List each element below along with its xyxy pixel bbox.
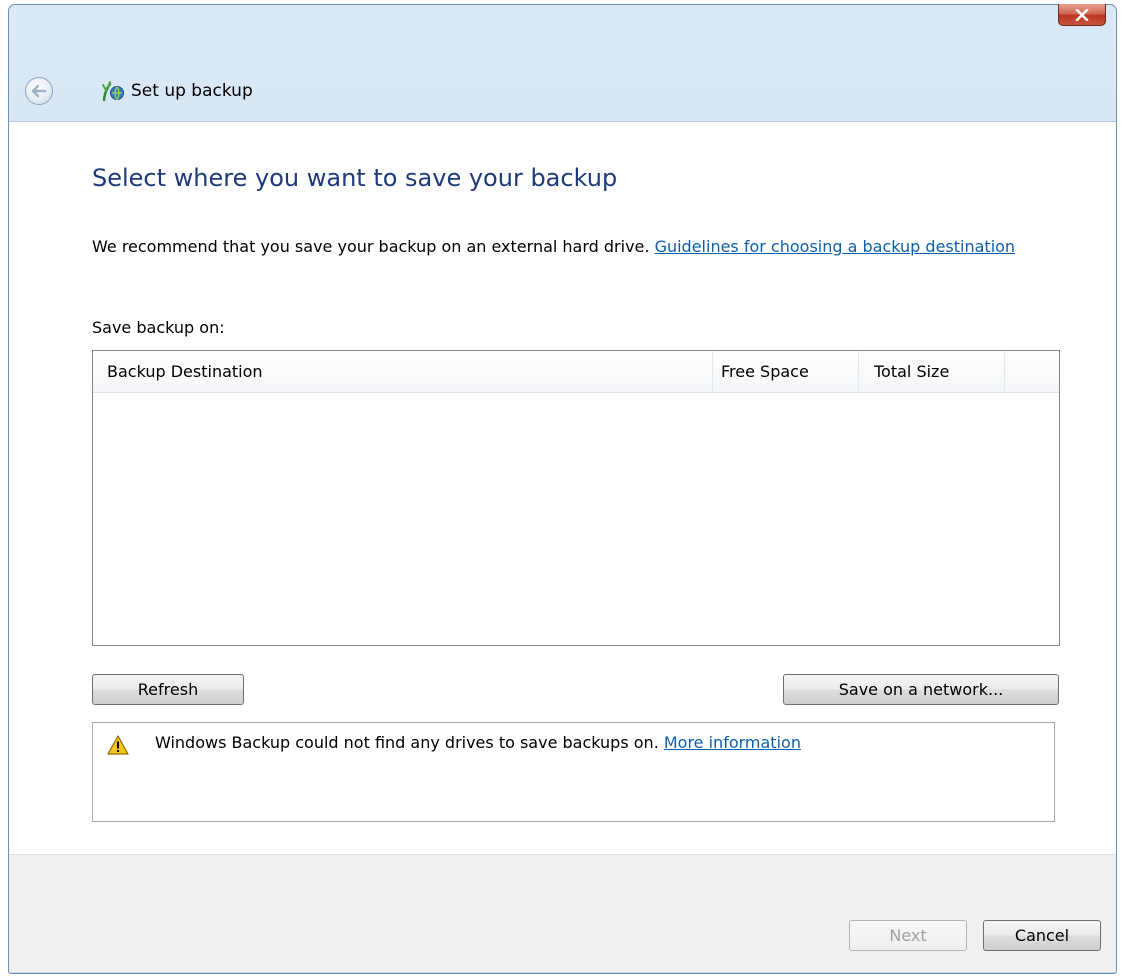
- window-title: Set up backup: [131, 81, 253, 101]
- back-button[interactable]: [25, 77, 53, 105]
- close-button[interactable]: [1058, 4, 1106, 26]
- wizard-content: Select where you want to save your backu…: [9, 121, 1116, 854]
- refresh-button[interactable]: Refresh: [92, 674, 244, 705]
- backup-wizard-window: Set up backup Select where you want to s…: [8, 4, 1117, 974]
- intro-text: We recommend that you save your backup o…: [92, 234, 1072, 259]
- warning-message-box: Windows Backup could not find any drives…: [92, 722, 1055, 822]
- next-button[interactable]: Next: [849, 920, 967, 951]
- wizard-footer: Next Cancel: [9, 854, 1116, 972]
- cancel-button[interactable]: Cancel: [983, 920, 1101, 951]
- backup-destination-list[interactable]: Backup Destination Free Space Total Size: [92, 350, 1060, 646]
- column-header-free-space[interactable]: Free Space: [713, 351, 859, 392]
- warning-message: Windows Backup could not find any drives…: [155, 733, 664, 752]
- save-on-network-button[interactable]: Save on a network...: [783, 674, 1059, 705]
- warning-icon: [107, 735, 129, 755]
- column-header-backup-destination[interactable]: Backup Destination: [93, 351, 713, 392]
- column-header-total-size[interactable]: Total Size: [859, 351, 1005, 392]
- page-heading: Select where you want to save your backu…: [92, 164, 618, 192]
- intro-sentence: We recommend that you save your backup o…: [92, 237, 655, 256]
- backup-app-icon: [102, 81, 124, 102]
- wizard-header: Set up backup: [9, 65, 1116, 121]
- back-arrow-icon: [31, 84, 47, 98]
- list-header: Backup Destination Free Space Total Size: [93, 351, 1059, 393]
- warning-text: Windows Backup could not find any drives…: [155, 733, 801, 752]
- guidelines-link[interactable]: Guidelines for choosing a backup destina…: [655, 237, 1016, 256]
- close-icon: [1075, 8, 1089, 21]
- more-information-link[interactable]: More information: [664, 733, 801, 752]
- save-backup-on-label: Save backup on:: [92, 318, 225, 337]
